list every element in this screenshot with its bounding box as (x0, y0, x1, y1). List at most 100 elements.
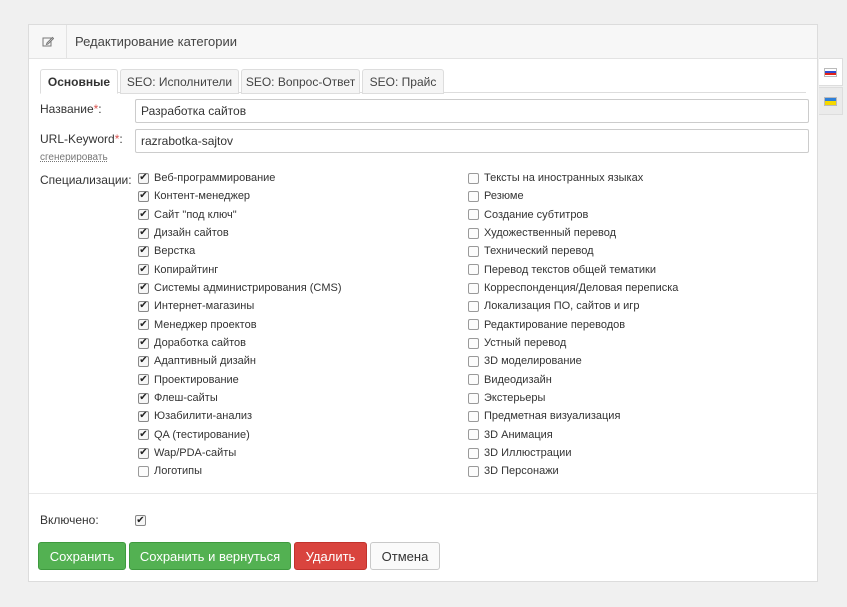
specialization-label: Системы администрирования (CMS) (154, 282, 342, 295)
specialization-checkbox[interactable] (468, 319, 479, 331)
specialization-checkbox[interactable] (468, 300, 479, 312)
specialization-checkbox[interactable]: ✔ (138, 410, 149, 422)
specialization-checkbox[interactable] (468, 282, 479, 294)
specialization-item[interactable]: Видеодизайн (468, 371, 678, 389)
specialization-item[interactable]: ✔ Доработка сайтов (138, 334, 341, 352)
specialization-item[interactable]: 3D Иллюстрации (468, 444, 678, 462)
specialization-item[interactable]: ✔ Контент-менеджер (138, 187, 341, 205)
page-title: Редактирование категории (75, 34, 238, 49)
specialization-checkbox[interactable]: ✔ (138, 337, 149, 349)
specialization-checkbox[interactable]: ✔ (138, 319, 149, 331)
specialization-label: Копирайтинг (154, 263, 219, 276)
specialization-item[interactable]: Устный перевод (468, 334, 678, 352)
specialization-item[interactable]: ✔ Юзабилити-анализ (138, 407, 341, 425)
specialization-item[interactable]: ✔ Проектирование (138, 371, 341, 389)
specialization-item[interactable]: Корреспонденция/Деловая переписка (468, 279, 678, 297)
specialization-checkbox[interactable]: ✔ (138, 355, 149, 367)
specialization-item[interactable]: 3D Анимация (468, 426, 678, 444)
specialization-checkbox[interactable]: ✔ (138, 447, 149, 459)
generate-url-link[interactable]: сгенерировать (40, 152, 108, 163)
specialization-checkbox[interactable] (468, 374, 479, 386)
specialization-item[interactable]: Локализация ПО, сайтов и игр (468, 297, 678, 315)
delete-button[interactable]: Удалить (294, 542, 367, 570)
specialization-checkbox[interactable]: ✔ (138, 300, 149, 312)
specialization-checkbox[interactable] (468, 209, 479, 221)
specialization-label: Технический перевод (484, 245, 594, 258)
specialization-checkbox[interactable]: ✔ (138, 264, 149, 276)
specialization-checkbox[interactable] (468, 410, 479, 422)
language-tab-russian[interactable] (819, 58, 843, 86)
specialization-label: Предметная визуализация (484, 410, 621, 423)
specialization-item[interactable]: ✔ Флеш-сайты (138, 389, 341, 407)
specialization-label: Локализация ПО, сайтов и игр (484, 300, 640, 313)
specialization-item[interactable]: ✔ Верстка (138, 242, 341, 260)
specialization-checkbox[interactable] (138, 465, 149, 477)
specialization-item[interactable]: Предметная визуализация (468, 407, 678, 425)
specialization-checkbox[interactable]: ✔ (138, 209, 149, 221)
specialization-checkbox[interactable] (468, 465, 479, 477)
specialization-item[interactable]: Логотипы (138, 462, 341, 480)
specialization-item[interactable]: Тексты на иностранных языках (468, 169, 678, 187)
specialization-checkbox[interactable] (468, 429, 479, 441)
specialization-item[interactable]: Экстерьеры (468, 389, 678, 407)
cancel-button[interactable]: Отмена (370, 542, 440, 570)
specialization-checkbox[interactable] (468, 392, 479, 404)
specialization-item[interactable]: ✔ QA (тестирование) (138, 426, 341, 444)
specialization-label: Резюме (484, 190, 524, 203)
specialization-item[interactable]: ✔ Веб-программирование (138, 169, 341, 187)
edit-icon (29, 24, 67, 59)
specialization-checkbox[interactable]: ✔ (138, 282, 149, 294)
tab-seo-qa[interactable]: SEO: Вопрос-Ответ (241, 69, 360, 94)
ukrainian-flag-icon (824, 96, 837, 106)
specialization-checkbox[interactable] (468, 245, 479, 257)
specialization-checkbox[interactable] (468, 264, 479, 276)
enabled-checkbox[interactable]: ✔ (135, 515, 146, 526)
specialization-checkbox[interactable] (468, 172, 479, 184)
specialization-item[interactable]: 3D моделирование (468, 352, 678, 370)
specialization-label: 3D Анимация (484, 428, 553, 441)
specialization-label: Редактирование переводов (484, 318, 626, 331)
specialization-item[interactable]: ✔ Интернет-магазины (138, 297, 341, 315)
specialization-label: Перевод текстов общей тематики (484, 263, 657, 276)
specialization-checkbox[interactable] (468, 447, 479, 459)
specialization-item[interactable]: ✔ Менеджер проектов (138, 316, 341, 334)
specializations-left-column: ✔ Веб-программирование ✔ Контент-менеджер ✔ С… (138, 169, 341, 481)
specialization-item[interactable]: ✔ Системы администрирования (CMS) (138, 279, 341, 297)
specialization-checkbox[interactable] (468, 227, 479, 239)
specialization-checkbox[interactable]: ✔ (138, 190, 149, 202)
language-tab-ukrainian[interactable] (819, 87, 843, 115)
specialization-item[interactable]: 3D Персонажи (468, 462, 678, 480)
tab-seo-price[interactable]: SEO: Прайс (362, 69, 444, 94)
save-button[interactable]: Сохранить (38, 542, 126, 570)
tab-main[interactable]: Основные (40, 69, 118, 94)
name-field[interactable] (135, 99, 809, 123)
specialization-item[interactable]: ✔ Дизайн сайтов (138, 224, 341, 242)
specialization-checkbox[interactable] (468, 337, 479, 349)
specialization-item[interactable]: ✔ Адаптивный дизайн (138, 352, 341, 370)
specialization-item[interactable]: ✔ Сайт "под ключ" (138, 206, 341, 224)
specialization-item[interactable]: Технический перевод (468, 242, 678, 260)
specialization-checkbox[interactable]: ✔ (138, 374, 149, 386)
specialization-item[interactable]: ✔ Копирайтинг (138, 261, 341, 279)
specialization-checkbox[interactable] (468, 355, 479, 367)
specialization-checkbox[interactable] (468, 190, 479, 202)
specialization-checkbox[interactable]: ✔ (138, 245, 149, 257)
specialization-checkbox[interactable]: ✔ (138, 392, 149, 404)
tab-seo-performers[interactable]: SEO: Исполнители (120, 69, 239, 94)
specialization-checkbox[interactable]: ✔ (138, 172, 149, 184)
specialization-label: 3D Персонажи (484, 465, 559, 478)
specialization-label: Видеодизайн (484, 373, 552, 386)
specialization-label: Доработка сайтов (154, 337, 247, 350)
specialization-label: Дизайн сайтов (154, 227, 229, 240)
url-keyword-field[interactable] (135, 129, 809, 153)
specialization-item[interactable]: Перевод текстов общей тематики (468, 261, 678, 279)
specialization-checkbox[interactable]: ✔ (138, 429, 149, 441)
specialization-item[interactable]: Художественный перевод (468, 224, 678, 242)
specialization-item[interactable]: Редактирование переводов (468, 316, 678, 334)
save-and-return-button[interactable]: Сохранить и вернуться (129, 542, 291, 570)
specialization-item[interactable]: ✔ Wap/PDA-сайты (138, 444, 341, 462)
specialization-checkbox[interactable]: ✔ (138, 227, 149, 239)
specialization-item[interactable]: Резюме (468, 187, 678, 205)
specialization-item[interactable]: Создание субтитров (468, 206, 678, 224)
specialization-label: Интернет-магазины (154, 300, 255, 313)
